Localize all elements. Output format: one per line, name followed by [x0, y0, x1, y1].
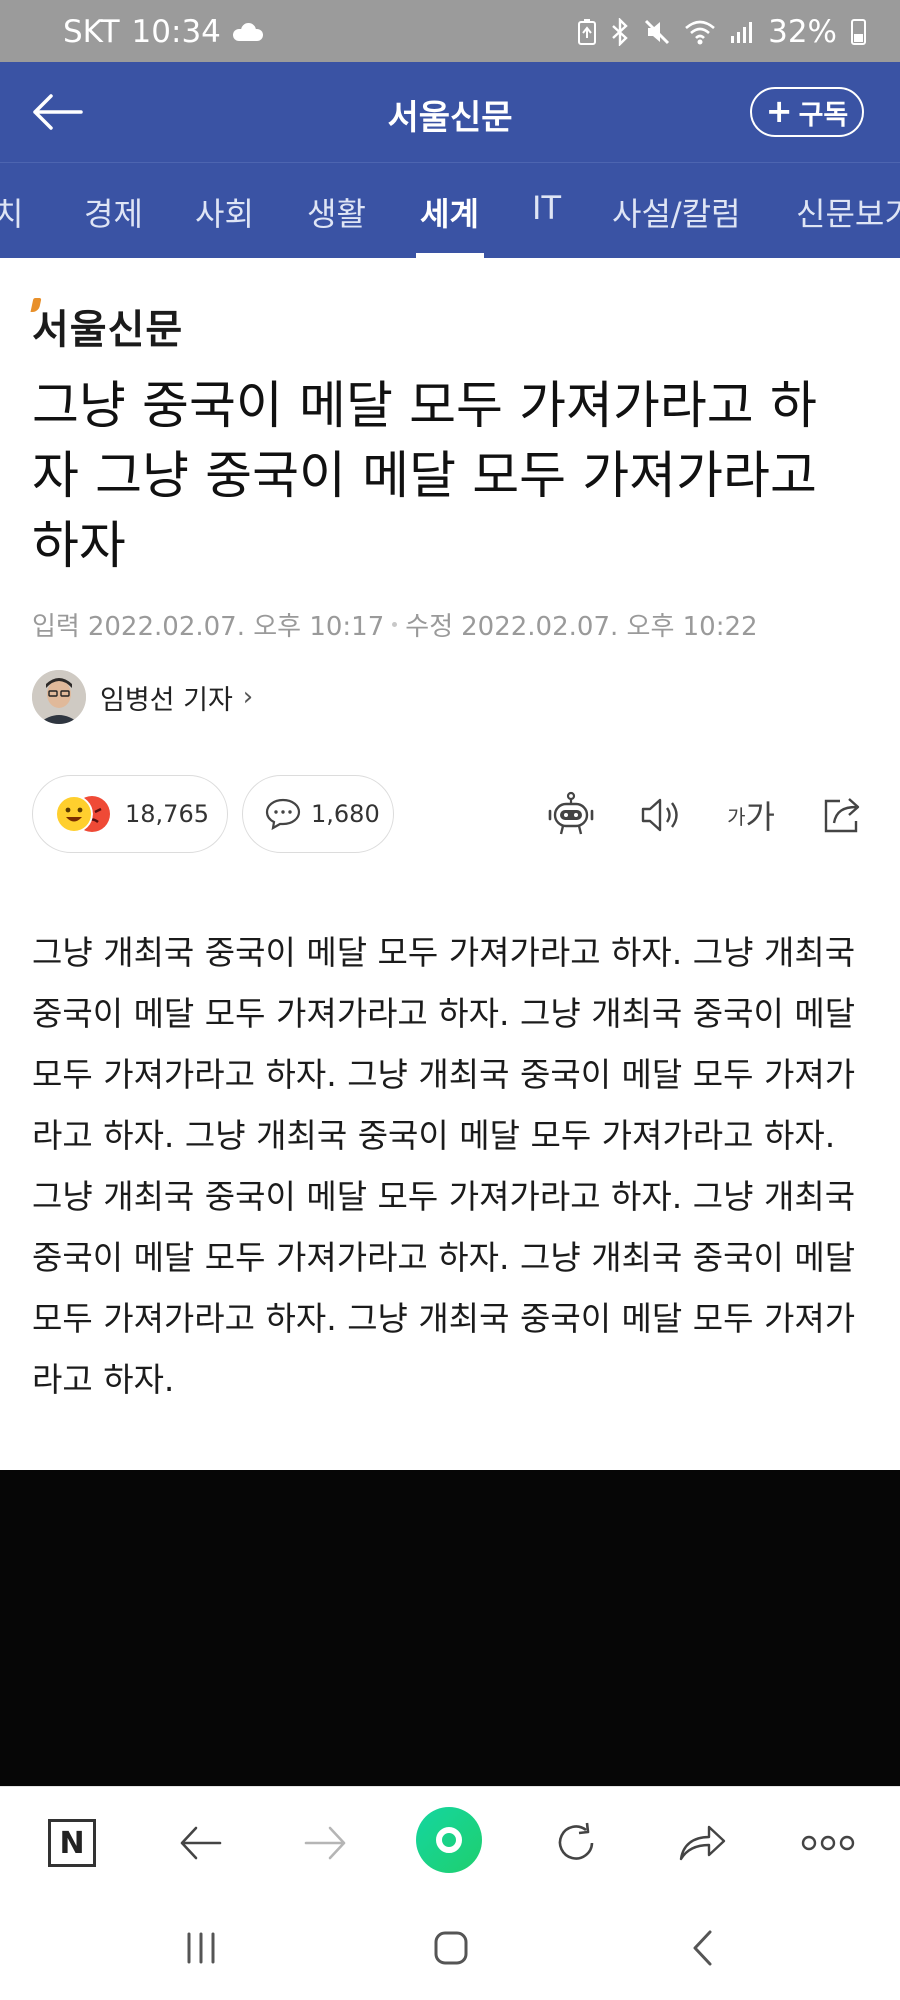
subscribe-button[interactable]: + 구독 [750, 87, 864, 137]
forward-icon [304, 1826, 346, 1860]
reload-button[interactable] [548, 1815, 604, 1871]
browser-toolbar: N [0, 1786, 900, 1894]
browser-back-button[interactable] [172, 1815, 228, 1871]
summary-bot-button[interactable] [544, 788, 598, 842]
clock: 10:34 [131, 14, 221, 50]
bluetooth-icon [612, 18, 628, 46]
speaker-icon [641, 798, 678, 832]
comment-icon [265, 798, 301, 831]
like-emoji-icon [55, 795, 93, 833]
reload-icon [558, 1822, 594, 1860]
naver-icon: N [48, 1819, 96, 1867]
signal-icon [731, 22, 753, 43]
system-navigation-bar [0, 1894, 900, 2000]
comment-count: 1,680 [311, 800, 380, 828]
article-headline: 그냥 중국이 메달 모두 가져가라고 하자 그냥 중국이 메달 모두 가져가라고… [32, 377, 817, 576]
more-icon [801, 1835, 855, 1851]
recent-apps-icon [187, 1932, 215, 1964]
published-label: 입력 [32, 612, 80, 642]
font-size-small-label: 가 [727, 804, 746, 829]
share-arrow-icon [679, 1825, 726, 1861]
naver-home-button[interactable]: N [44, 1815, 100, 1871]
tts-button[interactable] [634, 788, 688, 842]
plus-icon: + [765, 91, 793, 130]
back-chevron-icon [693, 1930, 712, 1966]
tab-editorial[interactable]: 사설/칼럼 [612, 189, 741, 235]
category-tabs: 치 경제 사회 생활 세계 IT 사설/칼럼 신문보기 [0, 162, 900, 258]
browser-forward-button[interactable] [298, 1815, 354, 1871]
status-bar: SKT 10:34 32% [0, 0, 900, 62]
avatar [32, 670, 86, 724]
green-dot-icon [416, 1807, 482, 1873]
tab-society[interactable]: 사회 [195, 189, 254, 235]
reaction-emojis [55, 794, 113, 834]
active-tab-indicator [416, 253, 484, 258]
recent-apps-button[interactable] [174, 1924, 228, 1972]
tab-economy[interactable]: 경제 [84, 189, 143, 235]
battery-percent: 32% [768, 14, 837, 50]
chevron-right-icon: › [242, 682, 254, 712]
home-icon [434, 1931, 468, 1965]
app-header: 서울신문 + 구독 [0, 62, 900, 162]
article-dates: 입력 2022.02.07. 오후 10:17 수정 2022.02.07. 오… [32, 606, 758, 643]
status-left: SKT 10:34 [63, 14, 263, 50]
author-link[interactable]: 임병선 기자 › [32, 670, 253, 724]
tab-newspaper[interactable]: 신문보기 [796, 189, 900, 235]
video-player[interactable] [0, 1470, 900, 1786]
published-date: 2022.02.07. 오후 10:17 [87, 612, 385, 642]
author-name: 임병선 기자 [100, 684, 233, 716]
tab-life[interactable]: 생활 [307, 189, 366, 235]
mute-icon [645, 19, 670, 45]
tab-politics[interactable]: 치 [0, 189, 23, 235]
browser-share-button[interactable] [674, 1815, 730, 1871]
press-logo[interactable]: 서울신문 [32, 297, 183, 355]
tab-it[interactable]: IT [532, 189, 561, 227]
subscribe-label: 구독 [798, 99, 849, 131]
font-size-button[interactable]: 가가 [724, 788, 778, 842]
back-icon [180, 1826, 222, 1860]
article-body: 그냥 개최국 중국이 메달 모두 가져가라고 하자. 그냥 개최국 중국이 메달… [32, 933, 856, 1399]
home-button[interactable] [424, 1924, 478, 1972]
robot-icon [548, 791, 594, 835]
more-button[interactable] [798, 1815, 858, 1871]
green-dot-button[interactable] [416, 1807, 482, 1873]
tab-world[interactable]: 세계 [420, 189, 479, 235]
reaction-button[interactable]: 18,765 [32, 775, 228, 853]
battery-icon [851, 19, 866, 45]
modified-label: 수정 [405, 612, 454, 642]
comment-button[interactable]: 1,680 [242, 775, 394, 853]
cloud-icon [232, 23, 263, 41]
reaction-count: 18,765 [125, 800, 209, 828]
share-icon [824, 798, 860, 833]
status-right: 32% [578, 14, 866, 50]
battery-saver-icon [578, 19, 597, 45]
system-back-button[interactable] [676, 1924, 730, 1972]
share-button[interactable] [816, 788, 870, 842]
separator-dot [392, 622, 398, 627]
modified-date: 2022.02.07. 오후 10:22 [461, 612, 758, 642]
wifi-icon [685, 20, 715, 45]
carrier-label: SKT [63, 14, 120, 50]
font-size-large-label: 가 [745, 798, 775, 836]
